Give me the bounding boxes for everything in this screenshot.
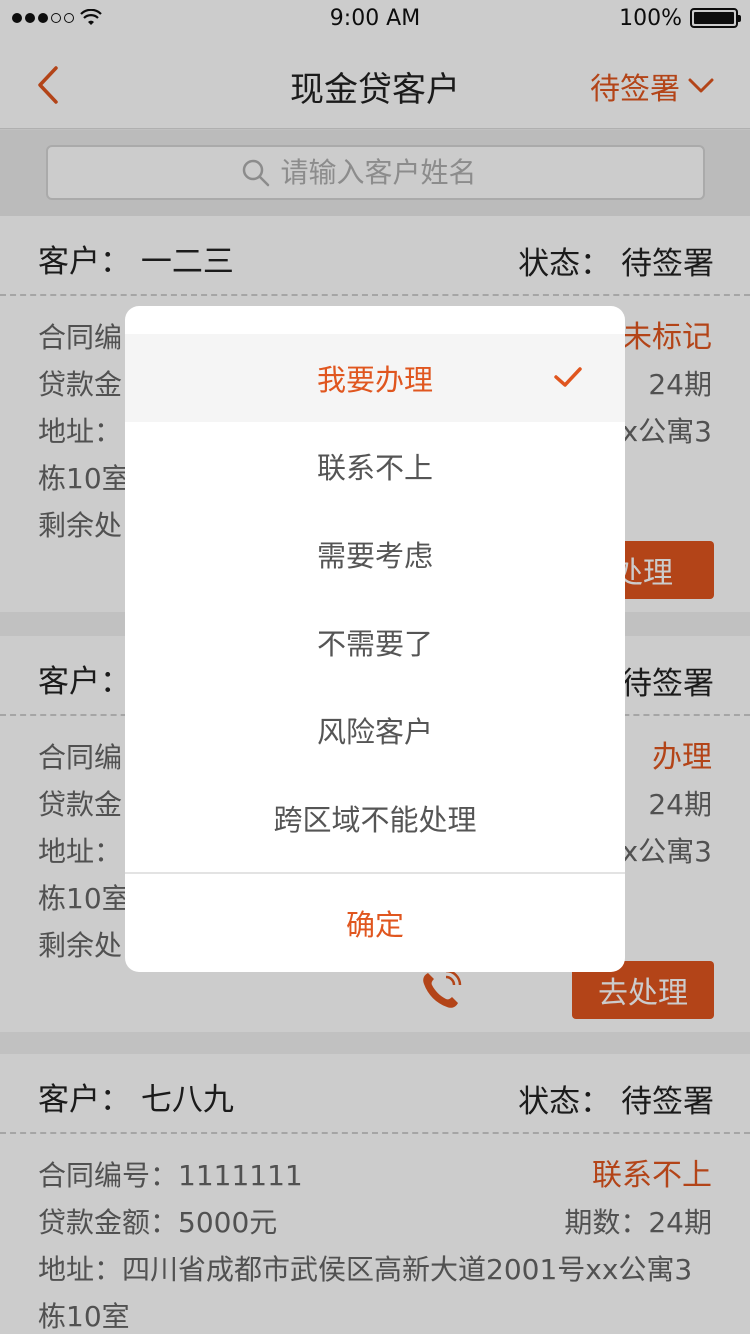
check-icon <box>554 367 582 387</box>
dialog-option-label: 不需要了 <box>316 627 433 661</box>
status-dialog: 我要办理 联系不上 需要考虑 不需要了 风险客户 跨区域不能处理 确定 <box>125 306 625 972</box>
dialog-option-handle[interactable]: 我要办理 <box>125 334 625 422</box>
dialog-option-label: 联系不上 <box>316 451 433 485</box>
dialog-option-unreachable[interactable]: 联系不上 <box>125 422 625 510</box>
dialog-option-label: 风险客户 <box>316 715 433 749</box>
dialog-option-label: 跨区域不能处理 <box>273 803 477 837</box>
dialog-option-label: 需要考虑 <box>316 539 433 573</box>
dialog-option-label: 我要办理 <box>316 363 433 397</box>
confirm-button[interactable]: 确定 <box>125 874 625 972</box>
dialog-option-not-needed[interactable]: 不需要了 <box>125 598 625 686</box>
dialog-option-consider[interactable]: 需要考虑 <box>125 510 625 598</box>
dialog-option-cross-region[interactable]: 跨区域不能处理 <box>125 774 625 862</box>
dialog-option-risk[interactable]: 风险客户 <box>125 686 625 774</box>
